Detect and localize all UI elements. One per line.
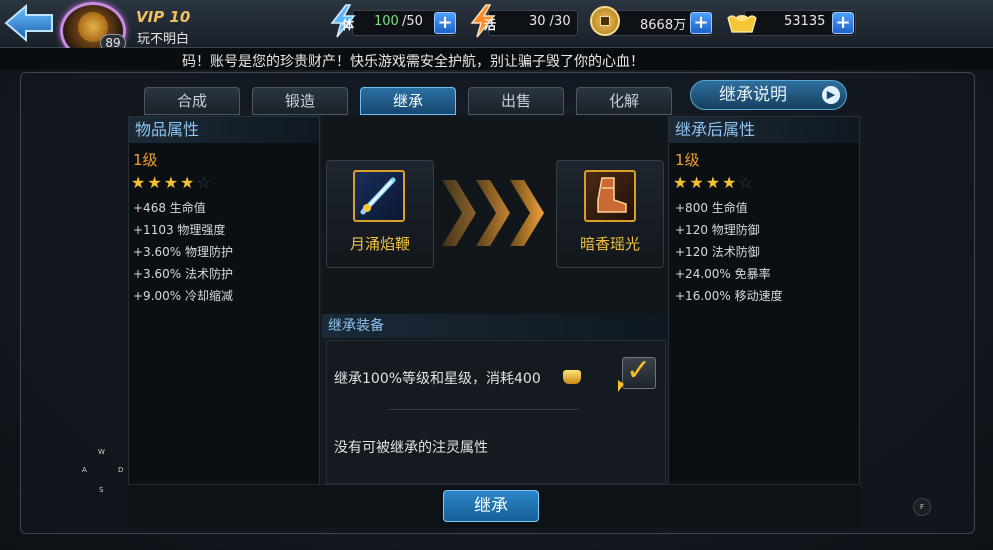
play-arrow-icon: ▶ (822, 86, 840, 104)
tab-inherit[interactable]: 继承 (360, 87, 456, 115)
stamina-char: 体 (342, 18, 355, 32)
item-stat: +3.60% 法术防护 (133, 267, 233, 281)
inherit-equipment-header: 继承装备 (322, 314, 668, 338)
item-stat: +3.60% 物理防护 (133, 245, 233, 259)
ingots-value: 53135 (784, 14, 826, 29)
coins-value: 8668万 (640, 18, 687, 33)
gold-ingot-icon (726, 10, 758, 34)
tab-dismantle[interactable]: 化解 (576, 87, 672, 115)
filled-stars: ★★★★ (131, 173, 197, 192)
result-stat: +16.00% 移动速度 (675, 289, 783, 303)
result-stat: +24.00% 免暴率 (675, 267, 771, 281)
virtual-dpad[interactable]: W A D S (72, 444, 132, 500)
item-attributes-header: 物品属性 (129, 117, 319, 143)
item-stat: +1103 物理强度 (133, 223, 226, 237)
checkmark-icon: ✓ (626, 353, 652, 388)
stamina-current: 100 (374, 14, 399, 29)
target-item-name: 暗香瑶光 (579, 235, 640, 253)
result-stars: ★★★★☆ (673, 173, 755, 192)
inherit-option-text: 继承100%等级和星级，消耗400 (334, 371, 541, 387)
empty-star: ☆ (196, 173, 213, 192)
tab-sell[interactable]: 出售 (468, 87, 564, 115)
filled-stars: ★★★★ (673, 173, 739, 192)
back-button[interactable] (2, 2, 56, 44)
gold-ingot-icon (563, 370, 581, 384)
result-stat: +120 法术防御 (675, 245, 760, 259)
marquee-text: 码！账号是您的珍贵财产！快乐游戏需安全护航，别让骗子毁了你的心血！ (182, 54, 644, 70)
result-stat: +800 生命值 (675, 201, 748, 215)
source-item-name: 月涌焰鞭 (349, 235, 410, 253)
dpad-left-key[interactable]: A (82, 466, 87, 474)
item-stat: +9.00% 冷却缩减 (133, 289, 233, 303)
dpad-right-key[interactable]: D (118, 466, 123, 474)
empty-star: ☆ (738, 173, 755, 192)
dpad-up-key[interactable]: W (98, 448, 105, 456)
tab-synthesis[interactable]: 合成 (144, 87, 240, 115)
item-level: 1级 (133, 151, 158, 169)
cursor-icon (618, 380, 624, 392)
vitality-value: 30 /30 (529, 14, 571, 29)
whip-icon (353, 170, 405, 222)
divider (388, 409, 578, 410)
f-key-button[interactable]: F (913, 498, 931, 516)
item-stars: ★★★★☆ (131, 173, 213, 192)
back-arrow-icon (4, 3, 53, 43)
vip-label: VIP 10 (136, 8, 191, 26)
add-ingots-button[interactable]: + (832, 12, 854, 34)
stamina-max: /50 (402, 14, 423, 29)
player-name: 玩不明白 (137, 32, 190, 47)
inherited-attributes-header: 继承后属性 (669, 117, 859, 143)
vitality-char: 活 (484, 18, 497, 32)
item-stat: +468 生命值 (133, 201, 206, 215)
copper-coin-icon (590, 6, 620, 36)
tab-forge[interactable]: 锻造 (252, 87, 348, 115)
result-level: 1级 (675, 151, 700, 169)
no-spirit-attribute-text: 没有可被继承的注灵属性 (334, 440, 488, 456)
dpad-down-key[interactable]: S (99, 486, 103, 494)
inherit-arrows-icon (440, 178, 552, 248)
inherit-options-panel (326, 340, 666, 484)
add-stamina-button[interactable]: + (434, 12, 456, 34)
add-coins-button[interactable]: + (690, 12, 712, 34)
boots-icon (584, 170, 636, 222)
inherit-button[interactable]: 继承 (443, 490, 539, 522)
result-stat: +120 物理防御 (675, 223, 760, 237)
